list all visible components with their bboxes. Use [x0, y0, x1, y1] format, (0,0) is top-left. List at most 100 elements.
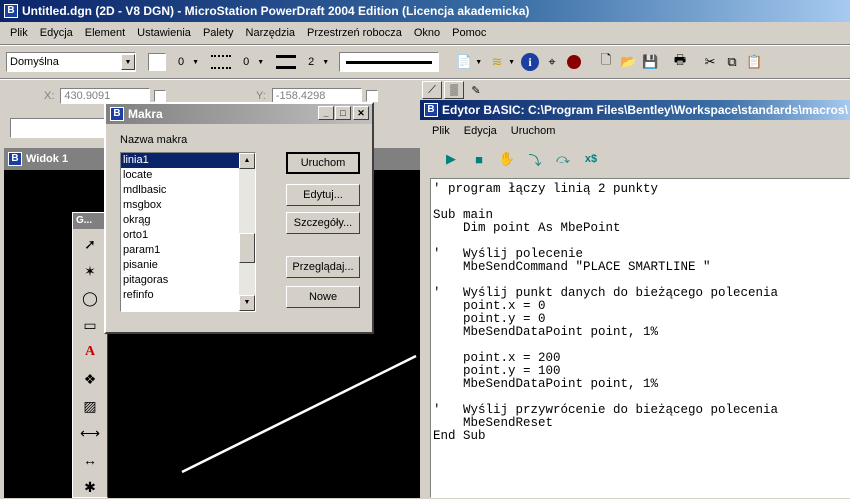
chevron-down-icon[interactable]: ▼	[475, 59, 482, 66]
view-title: Widok 1	[26, 153, 69, 165]
chevron-down-icon[interactable]: ▼	[322, 59, 329, 66]
text-tool-icon[interactable]: A	[78, 340, 102, 364]
list-item[interactable]: okrąg	[121, 213, 255, 228]
scroll-thumb[interactable]	[239, 233, 255, 263]
line-weight-icon[interactable]	[276, 55, 297, 69]
run-button[interactable]: Uruchom	[286, 152, 360, 174]
menu-separator	[0, 44, 850, 46]
paste-icon[interactable]: 📋	[743, 51, 765, 73]
maximize-icon[interactable]: □	[335, 106, 351, 120]
editor-title-bar[interactable]: B Edytor BASIC: C:\Program Files\Bentley…	[420, 100, 850, 120]
fence-icon[interactable]: ✶	[78, 259, 102, 283]
layers-icon[interactable]: ≋	[486, 51, 508, 73]
edit-icon[interactable]: ✎	[466, 81, 486, 99]
open-folder-icon[interactable]: 📂	[617, 51, 639, 73]
browse-button[interactable]: Przeglądaj...	[286, 256, 360, 278]
app-title: Untitled.dgn (2D - V8 DGN) - MicroStatio…	[22, 4, 530, 18]
cell-icon[interactable]: ❖	[78, 367, 102, 391]
save-icon[interactable]: 💾	[639, 51, 661, 73]
editor-title: Edytor BASIC: C:\Program Files\Bentley\W…	[442, 103, 848, 117]
pattern-icon[interactable]: ▨	[78, 394, 102, 418]
chevron-down-icon[interactable]: ▼	[192, 59, 199, 66]
list-item[interactable]: mdlbasic	[121, 183, 255, 198]
watch-variable-icon[interactable]: x$	[580, 148, 602, 170]
copy-icon[interactable]: ⧉	[721, 51, 743, 73]
cut-icon[interactable]: ✂	[699, 51, 721, 73]
step-into-icon[interactable]: ⤵	[524, 148, 546, 170]
macro-list-label: Nazwa makra	[120, 134, 188, 146]
secondary-tool-strip: ⟋ ▒ ✎	[422, 80, 850, 100]
scroll-down-icon[interactable]: ▼	[239, 295, 255, 311]
select-arrow-icon[interactable]: ➚	[78, 232, 102, 256]
list-item[interactable]: msgbox	[121, 198, 255, 213]
bulb-icon[interactable]: ✱	[78, 475, 102, 499]
scroll-up-icon[interactable]: ▲	[239, 153, 255, 169]
info-icon[interactable]: i	[519, 51, 541, 73]
menu-ustawienia[interactable]: Ustawienia	[137, 27, 191, 39]
circle-icon[interactable]: ◯	[78, 286, 102, 310]
editor-menu-plik[interactable]: Plik	[432, 125, 450, 137]
palette-title[interactable]: G...	[73, 213, 107, 229]
menu-okno[interactable]: Okno	[414, 27, 440, 39]
macros-dialog-title-bar[interactable]: B Makra _ □ ✕	[106, 104, 372, 124]
measure-distance-icon[interactable]: ↔	[78, 448, 102, 472]
line-style-icon[interactable]	[211, 55, 232, 69]
list-item[interactable]: pisanie	[121, 258, 255, 273]
new-file-icon[interactable]: 🗋	[595, 51, 617, 73]
new-macro-button[interactable]: Nowe	[286, 286, 360, 308]
list-scrollbar[interactable]: ▲ ▼	[239, 153, 255, 311]
hand-icon[interactable]: ✋	[496, 148, 518, 170]
list-item[interactable]: pitagoras	[121, 273, 255, 288]
snap-icon[interactable]: ⌖	[541, 51, 563, 73]
x-lock-checkbox[interactable]	[154, 90, 167, 102]
list-item[interactable]: locate	[121, 168, 255, 183]
fill-icon[interactable]: ▒	[444, 81, 464, 99]
menu-element[interactable]: Element	[85, 27, 125, 39]
menu-edycja[interactable]: Edycja	[40, 27, 73, 39]
level-dropdown[interactable]: Domyślna ▼	[6, 52, 136, 72]
minimize-icon[interactable]: _	[318, 106, 334, 120]
details-button[interactable]: Szczegóły...	[286, 212, 360, 234]
step-over-icon[interactable]: ⤼	[552, 148, 574, 170]
y-lock-checkbox[interactable]	[365, 90, 378, 102]
stop-icon[interactable]: ■	[468, 148, 490, 170]
record-icon[interactable]	[563, 51, 585, 73]
line-preview-bar	[346, 60, 433, 64]
macro-listbox[interactable]: linia1 locate mdlbasic msgbox okrąg orto…	[120, 152, 256, 312]
chevron-down-icon[interactable]: ▼	[257, 59, 264, 66]
editor-menu-uruchom[interactable]: Uruchom	[511, 125, 556, 137]
y-coord-label: Y:	[256, 90, 266, 102]
document-icon[interactable]: 📄	[453, 51, 475, 73]
measure-icon[interactable]: ⟋	[422, 81, 442, 99]
close-icon[interactable]: ✕	[353, 106, 369, 120]
edit-button[interactable]: Edytuj...	[286, 184, 360, 206]
menu-przestrzen-robocza[interactable]: Przestrzeń robocza	[307, 27, 402, 39]
editor-menu-edycja[interactable]: Edycja	[464, 125, 497, 137]
line-preview[interactable]	[339, 52, 440, 72]
view-icon: B	[8, 152, 22, 166]
attributes-toolbar: Domyślna ▼ 0 ▼ 0 ▼ 2 ▼ 📄 ▼ ≋ ▼ i ⌖ 🗋 📂 💾…	[6, 50, 846, 74]
level-value: Domyślna	[10, 56, 59, 68]
dimension-icon[interactable]: ⟷	[78, 421, 102, 445]
menu-palety[interactable]: Palety	[203, 27, 234, 39]
chevron-down-icon[interactable]: ▼	[508, 59, 515, 66]
list-item[interactable]: orto1	[121, 228, 255, 243]
menu-pomoc[interactable]: Pomoc	[452, 27, 486, 39]
caption-buttons: _ □ ✕	[317, 106, 369, 120]
basic-editor-window: B Edytor BASIC: C:\Program Files\Bentley…	[420, 100, 850, 498]
color-swatch[interactable]	[148, 53, 166, 71]
print-icon[interactable]: 🖶	[669, 51, 691, 73]
key-in-field[interactable]	[10, 118, 106, 138]
run-icon[interactable]: ▶	[440, 148, 462, 170]
list-item[interactable]: refinfo	[121, 288, 255, 303]
main-menu-bar: Plik Edycja Element Ustawienia Palety Na…	[0, 22, 850, 44]
macros-dialog-icon: B	[110, 107, 124, 121]
weight-value: 2	[308, 56, 315, 68]
code-editor[interactable]: ' program łączy linią 2 punkty Sub main …	[430, 178, 850, 498]
list-item[interactable]: linia1	[121, 153, 241, 168]
list-item[interactable]: param1	[121, 243, 255, 258]
menu-narzedzia[interactable]: Narzędzia	[246, 27, 296, 39]
menu-plik[interactable]: Plik	[10, 27, 28, 39]
drawn-line[interactable]	[181, 354, 417, 474]
rectangle-icon[interactable]: ▭	[78, 313, 102, 337]
